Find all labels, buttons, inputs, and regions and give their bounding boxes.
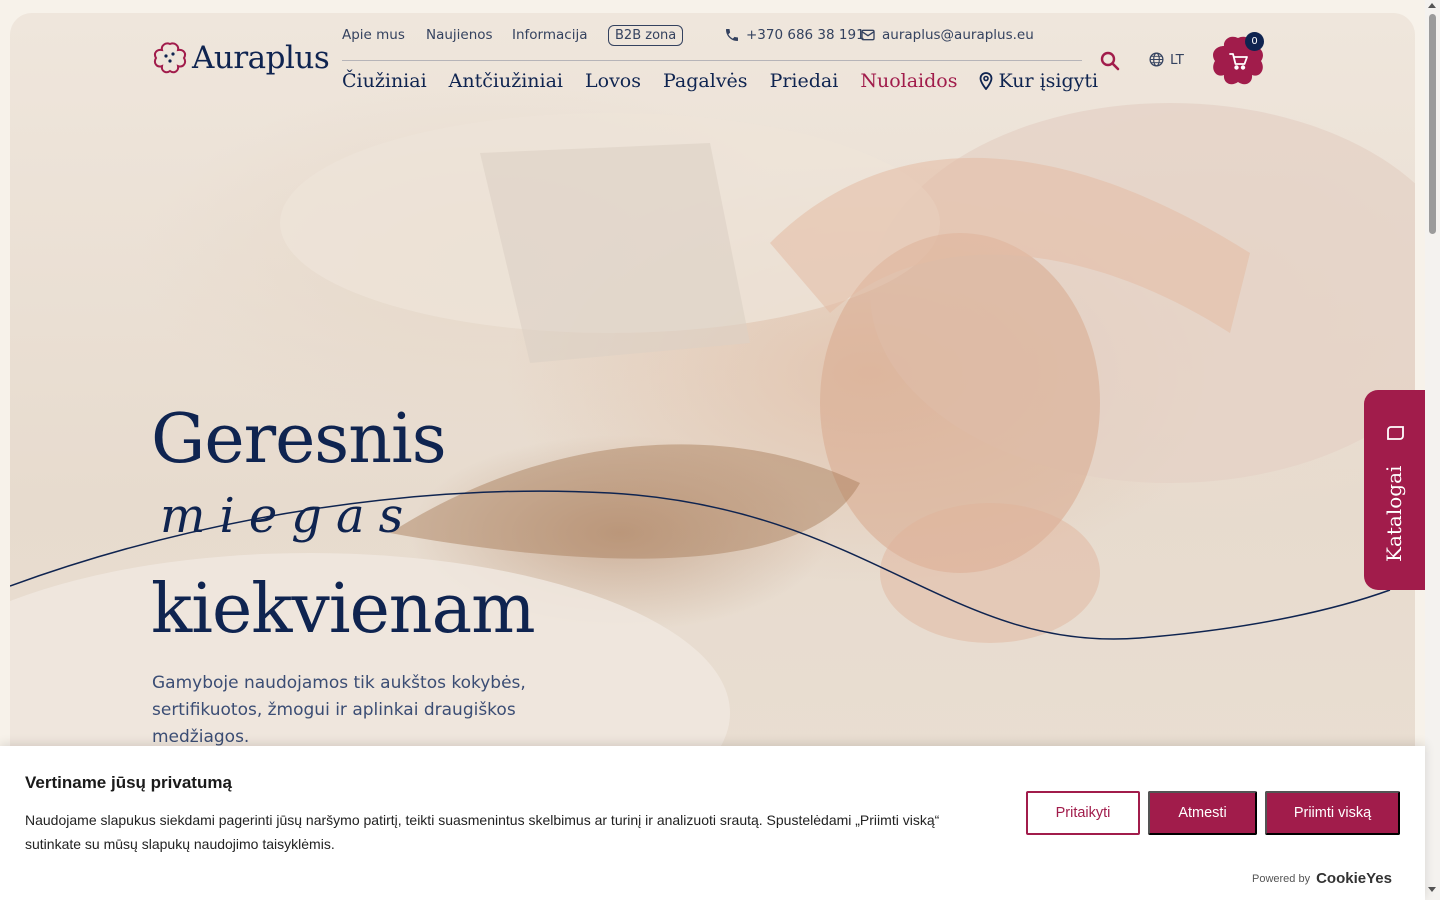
scroll-thumb[interactable] [1429, 14, 1436, 234]
hero-lead-text: Gamyboje naudojamos tik aukštos kokybės,… [152, 673, 526, 747]
top-bar: Apie mus Naujienos Informacija B2B zona … [342, 24, 1082, 61]
language-code: LT [1170, 51, 1184, 68]
phone-number: +370 686 38 191 [746, 27, 865, 43]
logo-text: Auraplus [192, 40, 330, 76]
cookie-accept-all-button[interactable]: Priimti viską [1265, 791, 1400, 835]
cookie-description: Naudojame slapukus siekdami pagerinti jū… [25, 812, 940, 852]
book-icon [1387, 426, 1404, 440]
nav-item-discounts[interactable]: Nuolaidos [860, 70, 957, 92]
phone-icon [726, 29, 738, 41]
cookieyes-logo[interactable]: CookieYes [1316, 870, 1392, 887]
phone-link[interactable]: +370 686 38 191 [724, 27, 865, 43]
mail-icon [861, 29, 875, 41]
nav-item-where-to-buy[interactable]: Kur įsigyti [979, 70, 1098, 92]
cookie-customize-button[interactable]: Pritaikyti [1026, 791, 1140, 835]
hero-heading-line-2: kiekvienam [151, 570, 536, 649]
cookie-reject-button[interactable]: Atmesti [1148, 791, 1257, 835]
page-scrollbar[interactable] [1425, 0, 1440, 900]
where-to-buy-label: Kur įsigyti [998, 70, 1099, 92]
nav-item-toppers[interactable]: Antčiužiniai [449, 70, 563, 92]
hero-heading-script: miegas [160, 488, 418, 544]
scroll-up-arrow-icon[interactable] [1428, 3, 1436, 8]
b2b-zone-button[interactable]: B2B zona [608, 25, 684, 46]
email-address: auraplus@auraplus.eu [882, 27, 1034, 43]
powered-by-label: Powered by [1252, 872, 1311, 885]
main-nav: Čiužiniai Antčiužiniai Lovos Pagalvės Pr… [342, 70, 1098, 92]
top-link-about[interactable]: Apie mus [342, 27, 405, 43]
language-selector[interactable]: LT [1148, 51, 1184, 68]
site-logo[interactable]: Auraplus [152, 40, 330, 76]
catalog-side-tab[interactable]: Katalogai [1364, 390, 1425, 590]
nav-item-accessories[interactable]: Priedai [770, 70, 839, 92]
search-icon[interactable] [1098, 49, 1122, 73]
logo-flower-icon [153, 42, 187, 74]
hero-heading-line-1: Geresnis [151, 400, 447, 479]
nav-item-pillows[interactable]: Pagalvės [663, 70, 748, 92]
cookie-title: Vertiname jūsų privatumą [25, 773, 232, 792]
location-pin-icon [980, 72, 993, 90]
top-link-news[interactable]: Naujienos [426, 27, 493, 43]
nav-item-mattresses[interactable]: Čiužiniai [342, 70, 427, 92]
globe-icon [1149, 52, 1164, 67]
top-link-info[interactable]: Informacija [512, 27, 587, 43]
nav-item-beds[interactable]: Lovos [585, 70, 641, 92]
scroll-down-arrow-icon[interactable] [1428, 887, 1436, 892]
catalog-tab-label: Katalogai [1382, 465, 1406, 562]
cart-count-badge: 0 [1245, 32, 1264, 51]
cookie-consent-banner: Vertiname jūsų privatumą Naudojame slapu… [0, 746, 1425, 900]
email-link[interactable]: auraplus@auraplus.eu [860, 27, 1034, 43]
powered-by: Powered by CookieYes [1252, 870, 1392, 887]
